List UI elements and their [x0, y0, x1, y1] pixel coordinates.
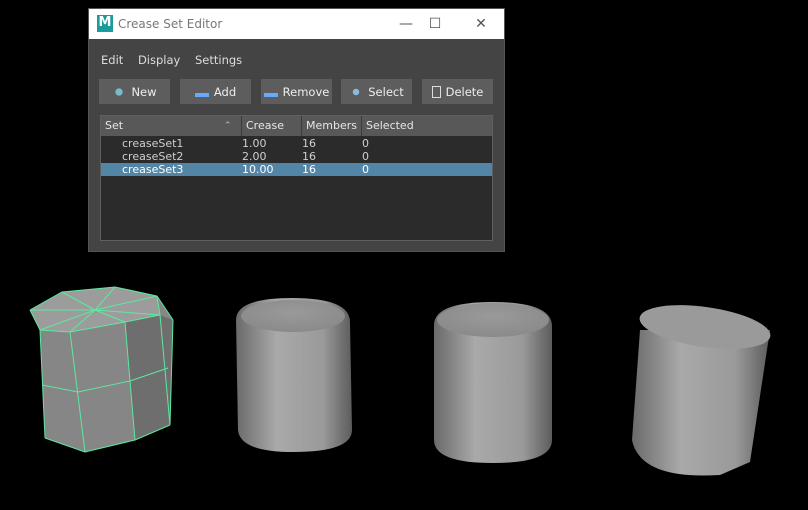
table-row[interactable]: creaseSet1 1.00 16 0	[101, 137, 492, 150]
new-set-icon	[112, 86, 127, 97]
minimize-button[interactable]: —	[391, 13, 421, 35]
menu-display[interactable]: Display	[138, 53, 180, 67]
cell-crease: 2.00	[242, 150, 267, 163]
cell-set: creaseSet1	[122, 137, 184, 150]
select-button[interactable]: Select	[341, 79, 412, 104]
creased-cylinder	[632, 305, 771, 476]
trash-icon	[431, 85, 441, 98]
crease-set-table: Set ⌃ Crease Members Selected creaseSet1 1…	[100, 115, 493, 241]
delete-button[interactable]: Delete	[422, 79, 493, 104]
remove-button[interactable]: Remove	[261, 79, 332, 104]
add-button[interactable]: Add	[180, 79, 251, 104]
cell-members: 16	[302, 163, 316, 176]
smoothed-cylinder-1	[236, 298, 352, 452]
add-icon	[194, 87, 209, 97]
cell-members: 16	[302, 137, 316, 150]
menu-edit[interactable]: Edit	[101, 53, 123, 67]
menu-settings[interactable]: Settings	[195, 53, 242, 67]
sort-ascending-icon: ⌃	[224, 121, 232, 131]
table-row[interactable]: creaseSet3 10.00 16 0	[101, 163, 492, 176]
close-button[interactable]: ✕	[466, 13, 496, 35]
cell-selected: 0	[362, 163, 369, 176]
cell-selected: 0	[362, 150, 369, 163]
remove-icon	[263, 87, 278, 97]
window-title: Crease Set Editor	[118, 17, 223, 31]
title-bar: M Crease Set Editor — ☐ ✕	[89, 9, 504, 39]
cell-selected: 0	[362, 137, 369, 150]
maya-logo-icon: M	[97, 15, 113, 32]
maximize-button[interactable]: ☐	[420, 13, 450, 35]
column-set[interactable]: Set ⌃	[101, 116, 242, 136]
wireframe-octagonal-prism	[29, 286, 174, 453]
column-members[interactable]: Members	[302, 116, 362, 136]
cell-set: creaseSet2	[122, 150, 184, 163]
new-button[interactable]: New	[99, 79, 170, 104]
cell-crease: 10.00	[242, 163, 274, 176]
column-crease[interactable]: Crease	[242, 116, 302, 136]
cell-members: 16	[302, 150, 316, 163]
cell-set: creaseSet3	[122, 163, 184, 176]
smoothed-cylinder-2	[434, 302, 552, 463]
table-row[interactable]: creaseSet2 2.00 16 0	[101, 150, 492, 163]
table-header: Set ⌃ Crease Members Selected	[101, 116, 492, 136]
crease-set-editor-window: M Crease Set Editor — ☐ ✕ Edit Display S…	[88, 8, 505, 252]
cell-crease: 1.00	[242, 137, 267, 150]
menu-bar: Edit Display Settings	[101, 53, 253, 67]
column-selected[interactable]: Selected	[362, 116, 494, 136]
select-icon	[349, 86, 364, 97]
